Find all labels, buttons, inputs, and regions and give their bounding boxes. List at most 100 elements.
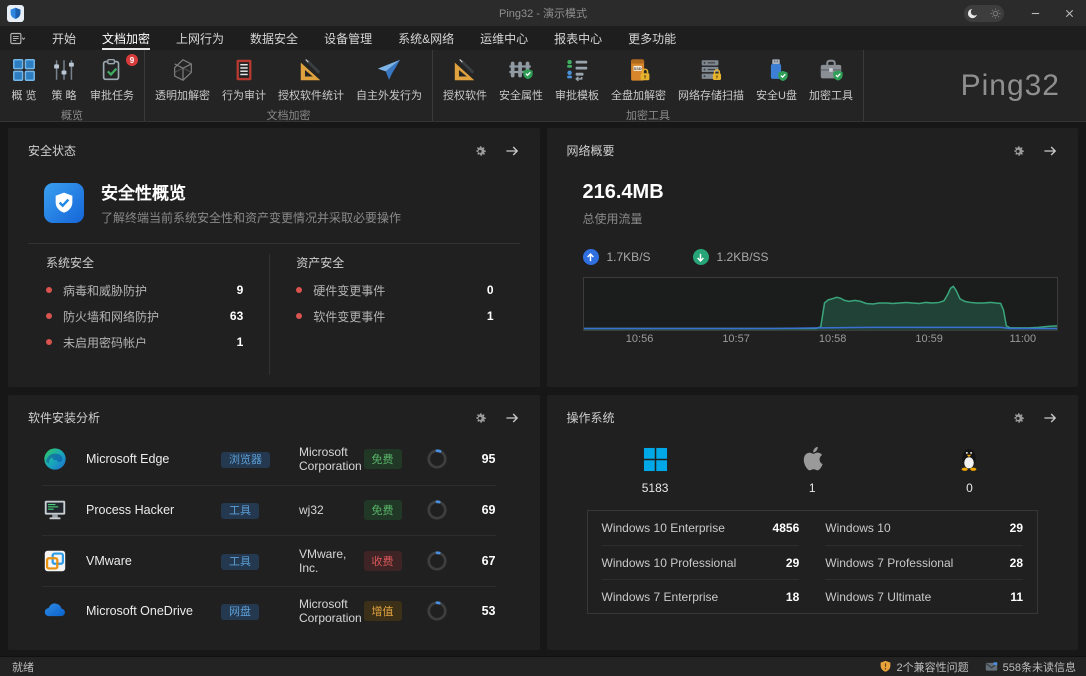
os-count-value: 5183 <box>642 481 669 495</box>
section-title: 系统安全 <box>46 254 243 271</box>
tab-label: 运维中心 <box>480 30 528 47</box>
window-title: Ping32 - 演示模式 <box>0 5 1086 21</box>
software-analysis-panel: 软件安装分析 Microsoft Edge 浏览器 Microsoft Corp… <box>8 395 540 650</box>
tab-data-security[interactable]: 数据安全 <box>237 26 311 50</box>
ribbon-button-policy[interactable]: 策 略 <box>44 54 84 105</box>
os-version-value: 18 <box>786 590 799 604</box>
software-row-onedrive[interactable]: Microsoft OneDrive 网盘 Microsoft Corporat… <box>42 586 496 637</box>
software-score: 67 <box>468 554 496 568</box>
ribbon-button-label: 审批模板 <box>555 87 599 103</box>
approval-template-icon <box>563 56 591 84</box>
software-row-process-hacker[interactable]: Process Hacker 工具 wj32 免费 69 <box>42 485 496 536</box>
item-value: 1 <box>237 335 244 349</box>
total-traffic-value: 216.4MB <box>583 181 1059 204</box>
minimize-button[interactable] <box>1018 0 1052 26</box>
tab-device-management[interactable]: 设备管理 <box>311 26 385 50</box>
unread-messages[interactable]: 558条未读信息 <box>985 659 1076 675</box>
network-chart-ticks: 10:5610:5710:5810:5911:00 <box>583 333 1059 347</box>
item-value: 0 <box>487 283 494 297</box>
gear-icon[interactable] <box>1010 410 1026 426</box>
ribbon-button-authorized-software[interactable]: 授权软件 <box>437 54 493 105</box>
menu-launcher-icon[interactable] <box>10 32 25 45</box>
gear-icon[interactable] <box>472 143 488 159</box>
tab-system-network[interactable]: 系统&网络 <box>385 26 467 50</box>
compatibility-issues[interactable]: 2个兼容性问题 <box>879 659 969 675</box>
ribbon-button-encryption-tools[interactable]: 加密工具 <box>803 54 859 105</box>
gear-icon[interactable] <box>1010 143 1026 159</box>
price-badge: 收费 <box>364 551 402 571</box>
apple-logo-icon <box>801 442 824 472</box>
item-label: 防火墙和网络防护 <box>63 308 159 325</box>
tab-more-features[interactable]: 更多功能 <box>615 26 689 50</box>
ribbon-button-label: 概 览 <box>11 87 36 103</box>
category-badge: 浏览器 <box>221 452 270 468</box>
gear-icon[interactable] <box>472 410 488 426</box>
table-row[interactable]: Windows 10 Professional 29 <box>602 545 800 579</box>
red-dot-icon <box>46 339 52 345</box>
os-apple-count[interactable]: 1 <box>734 442 891 495</box>
panel-title: 安全状态 <box>28 142 76 159</box>
security-shield-icon <box>44 183 84 223</box>
software-name: Microsoft OneDrive <box>86 604 221 618</box>
ribbon-button-security-attributes[interactable]: 安全属性 <box>493 54 549 105</box>
software-score: 95 <box>468 452 496 466</box>
network-traffic-chart[interactable] <box>583 277 1059 331</box>
ribbon-button-behavior-audit[interactable]: 行为审计 <box>216 54 272 105</box>
tab-report-center[interactable]: 报表中心 <box>541 26 615 50</box>
ribbon-button-overview[interactable]: 概 览 <box>4 54 44 105</box>
os-linux-count[interactable]: 0 <box>891 442 1048 495</box>
os-windows-count[interactable]: 5183 <box>577 442 734 495</box>
ribbon: 概 览 策 略 9 审批任务 概览 透明加解密 行为审计 <box>0 50 1086 122</box>
ribbon-button-authorized-software-stats[interactable]: 授权软件统计 <box>272 54 350 105</box>
panel-title: 软件安装分析 <box>28 409 100 426</box>
tab-web-behavior[interactable]: 上网行为 <box>163 26 237 50</box>
list-item[interactable]: 病毒和威胁防护 9 <box>46 277 243 303</box>
close-button[interactable] <box>1052 0 1086 26</box>
table-row[interactable]: Windows 7 Professional 28 <box>825 545 1023 579</box>
network-overview-panel: 网络概要 216.4MB 总使用流量 1.7KB/S 1.2KB/SS 10:5… <box>547 128 1079 387</box>
software-row-edge[interactable]: Microsoft Edge 浏览器 Microsoft Corporation… <box>42 434 496 485</box>
ribbon-button-full-disk-encryption[interactable]: SSD 全盘加解密 <box>605 54 672 105</box>
toolbox-shield-icon <box>817 56 845 84</box>
cube-icon <box>169 56 197 84</box>
list-item[interactable]: 软件变更事件 1 <box>296 303 493 329</box>
tab-doc-encryption[interactable]: 文档加密 <box>89 26 163 50</box>
download-arrow-icon <box>693 249 709 265</box>
status-bar: 就绪 2个兼容性问题 558条未读信息 <box>0 656 1086 676</box>
ribbon-button-approval-template[interactable]: 审批模板 <box>549 54 605 105</box>
arrow-right-icon[interactable] <box>504 143 520 159</box>
table-row[interactable]: Windows 10 29 <box>825 511 1023 545</box>
ribbon-button-secure-usb[interactable]: 安全U盘 <box>750 54 803 105</box>
os-version-value: 29 <box>1010 521 1023 535</box>
theme-toggle[interactable] <box>964 5 1004 22</box>
sun-icon <box>990 8 1001 19</box>
download-rate-value: 1.2KB/SS <box>717 250 769 264</box>
tab-label: 报表中心 <box>554 30 602 47</box>
arrow-right-icon[interactable] <box>1042 410 1058 426</box>
audit-log-icon <box>230 56 258 84</box>
fence-shield-icon <box>507 56 535 84</box>
ribbon-button-approval-tasks[interactable]: 9 审批任务 <box>84 54 140 105</box>
table-row[interactable]: Windows 7 Enterprise 18 <box>602 579 800 613</box>
os-version-label: Windows 7 Enterprise <box>602 590 719 604</box>
download-rate: 1.2KB/SS <box>693 249 769 265</box>
list-item[interactable]: 硬件变更事件 0 <box>296 277 493 303</box>
tab-ops-center[interactable]: 运维中心 <box>467 26 541 50</box>
table-row[interactable]: Windows 7 Ultimate 11 <box>825 579 1023 613</box>
ribbon-button-network-storage-scan[interactable]: 网络存储扫描 <box>672 54 750 105</box>
table-row[interactable]: Windows 10 Enterprise 4856 <box>602 511 800 545</box>
tab-start[interactable]: 开始 <box>39 26 89 50</box>
ribbon-button-self-outgoing[interactable]: 自主外发行为 <box>350 54 428 105</box>
x-axis-tick: 10:57 <box>722 333 750 345</box>
list-item[interactable]: 未启用密码帐户 1 <box>46 329 243 355</box>
red-dot-icon <box>296 313 302 319</box>
list-item[interactable]: 防火墙和网络防护 63 <box>46 303 243 329</box>
arrow-right-icon[interactable] <box>1042 143 1058 159</box>
software-row-vmware[interactable]: VMware 工具 VMware, Inc. 收费 67 <box>42 535 496 586</box>
ribbon-button-label: 审批任务 <box>90 87 134 103</box>
tab-label: 上网行为 <box>176 30 224 47</box>
arrow-right-icon[interactable] <box>504 410 520 426</box>
ribbon-button-transparent-encryption[interactable]: 透明加解密 <box>149 54 216 105</box>
paper-plane-icon <box>375 56 403 84</box>
x-axis-tick: 10:58 <box>819 333 847 345</box>
